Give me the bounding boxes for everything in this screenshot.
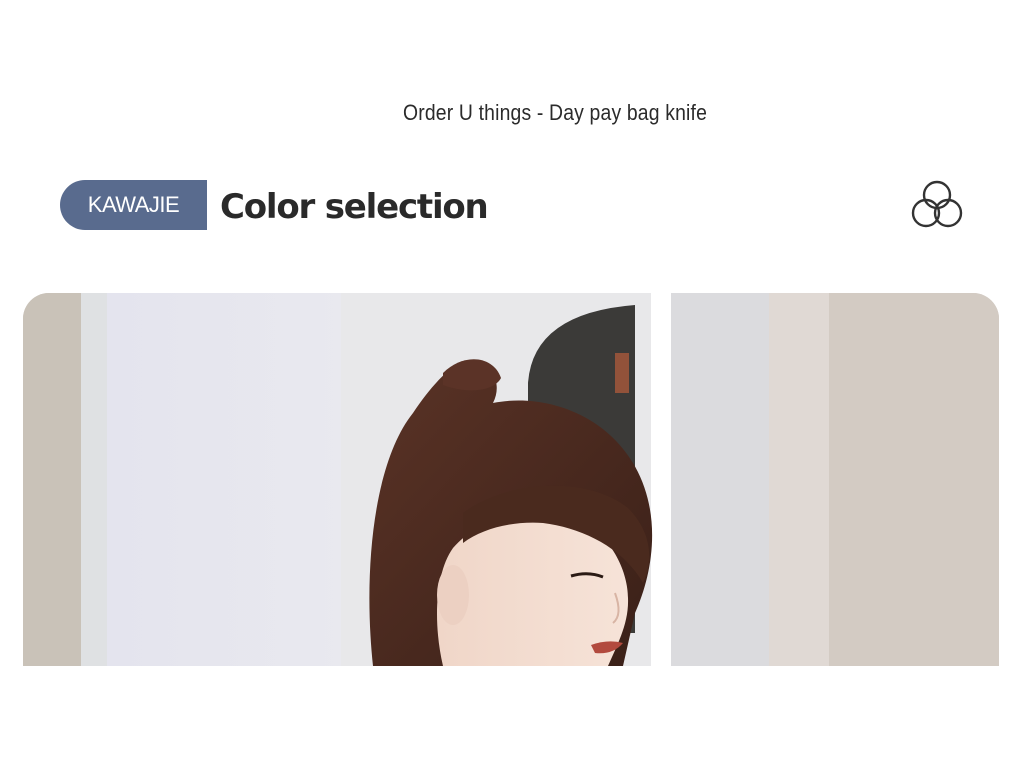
section-header: KAWAJIE Color selection xyxy=(0,176,1024,236)
product-page: Order U things - Day pay bag knife KAWAJ… xyxy=(0,0,1024,768)
three-rings-icon xyxy=(911,180,963,228)
section-title: Color selection xyxy=(220,187,489,227)
model-photo xyxy=(23,293,999,666)
brand-badge: KAWAJIE xyxy=(60,180,207,230)
page-title: Order U things - Day pay bag knife xyxy=(402,100,708,125)
